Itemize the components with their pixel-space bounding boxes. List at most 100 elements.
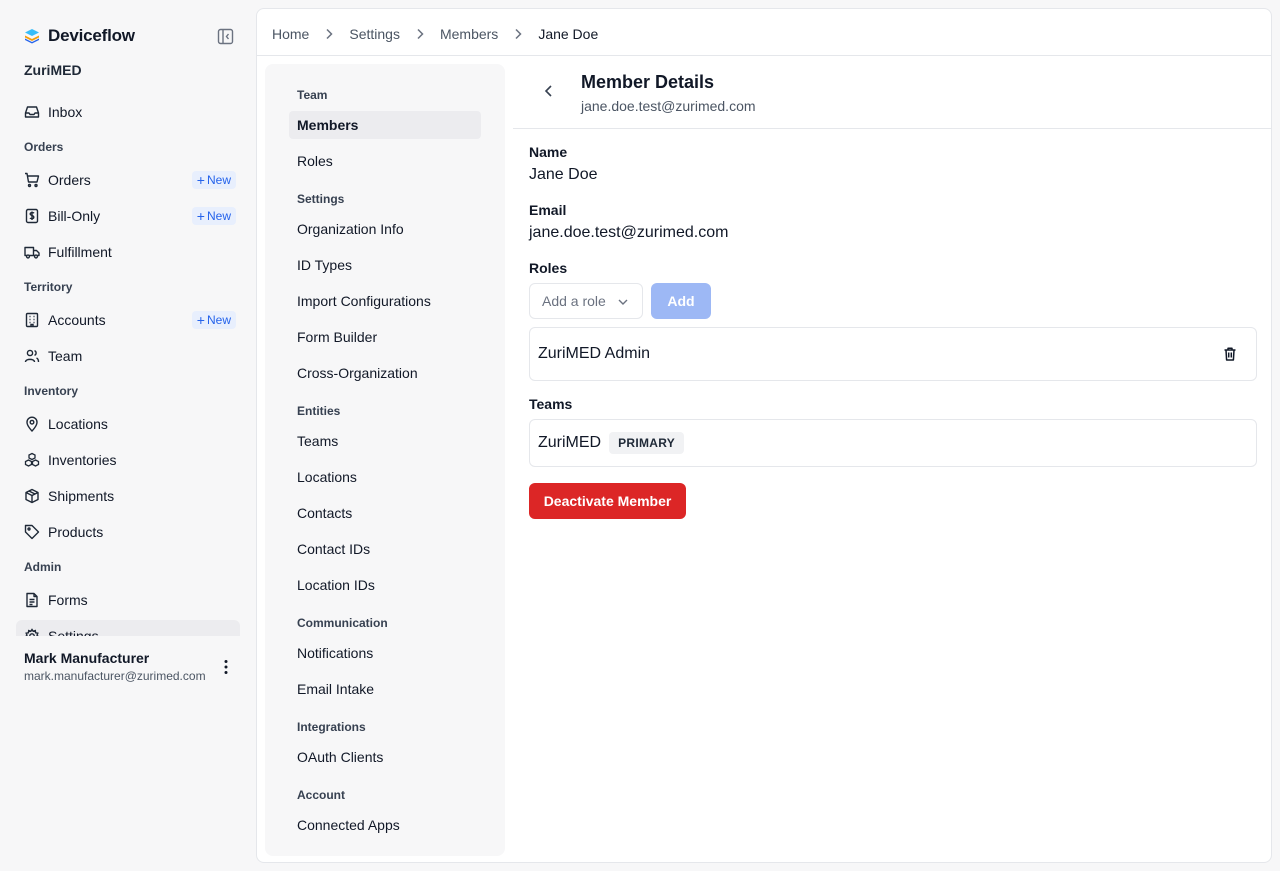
subnav-item-contact-ids[interactable]: Contact IDs xyxy=(289,535,481,563)
subnav-item-location-ids[interactable]: Location IDs xyxy=(289,571,481,599)
sidebar-item-label: Products xyxy=(48,524,104,540)
trash-icon[interactable] xyxy=(1222,346,1238,362)
subnav-heading-account: Account xyxy=(297,788,345,802)
subnav-item-connected-apps[interactable]: Connected Apps xyxy=(289,811,481,839)
breadcrumb-current: Jane Doe xyxy=(538,26,599,42)
sidebar-item-label: Inventories xyxy=(48,452,117,468)
subnav-item-organization-info[interactable]: Organization Info xyxy=(289,215,481,243)
sidebar-item-label: Orders xyxy=(48,172,91,188)
users-icon xyxy=(24,348,40,364)
main-panel: Home Settings Members Jane Doe Team Memb… xyxy=(256,8,1272,863)
subnav-item-roles[interactable]: Roles xyxy=(289,147,481,175)
breadcrumb-settings[interactable]: Settings xyxy=(349,26,400,42)
sidebar-item-label: Accounts xyxy=(48,312,106,328)
deactivate-member-button[interactable]: Deactivate Member xyxy=(529,483,686,519)
subnav-item-members[interactable]: Members xyxy=(289,111,481,139)
breadcrumb: Home Settings Members Jane Doe xyxy=(272,25,598,43)
nav-group-territory: Territory xyxy=(24,280,73,294)
map-pin-icon xyxy=(24,416,40,432)
primary-badge: PRIMARY xyxy=(609,432,685,454)
nav-group-orders: Orders xyxy=(24,140,64,154)
sidebar-item-products[interactable]: Products xyxy=(16,516,240,548)
breadcrumb-members[interactable]: Members xyxy=(440,26,498,42)
package-icon xyxy=(24,488,40,504)
new-account-button[interactable]: + New xyxy=(191,311,236,329)
subnav-item-oauth-clients[interactable]: OAuth Clients xyxy=(289,743,481,771)
plus-icon: + xyxy=(196,172,205,188)
sidebar-item-shipments[interactable]: Shipments xyxy=(16,480,240,512)
chevron-right-icon xyxy=(510,26,526,42)
new-bill-only-button[interactable]: + New xyxy=(191,207,236,225)
sidebar-collapse-icon[interactable] xyxy=(215,26,235,46)
sidebar-item-orders[interactable]: Orders + New xyxy=(16,164,240,196)
subnav-heading-entities: Entities xyxy=(297,404,341,418)
role-name: ZuriMED Admin xyxy=(538,345,651,362)
chevron-left-icon[interactable] xyxy=(541,83,557,99)
plus-icon: + xyxy=(196,208,205,224)
dollar-doc-icon xyxy=(24,208,40,224)
user-profile[interactable]: Mark Manufacturer mark.manufacturer@zuri… xyxy=(24,650,240,690)
sidebar-item-bill-only[interactable]: Bill-Only + New xyxy=(16,200,240,232)
name-value: Jane Doe xyxy=(529,166,598,183)
breadcrumb-home[interactable]: Home xyxy=(272,26,309,42)
sidebar-item-inventories[interactable]: Inventories xyxy=(16,444,240,476)
subnav-item-notifications[interactable]: Notifications xyxy=(289,639,481,667)
role-select[interactable]: Add a role xyxy=(529,283,643,319)
sidebar-item-label: Forms xyxy=(48,592,88,608)
sidebar-item-label: Inbox xyxy=(48,104,83,120)
sidebar-item-label: Team xyxy=(48,348,83,364)
sidebar-item-label: Fulfillment xyxy=(48,244,112,260)
sidebar-item-label: Shipments xyxy=(48,488,115,504)
gear-icon xyxy=(24,628,40,636)
sidebar-item-label: Bill-Only xyxy=(48,208,101,224)
subnav-item-locations[interactable]: Locations xyxy=(289,463,481,491)
subnav-item-form-builder[interactable]: Form Builder xyxy=(289,323,481,351)
inbox-icon xyxy=(24,104,40,120)
team-row: ZuriMED PRIMARY xyxy=(529,419,1257,467)
subnav-item-email-intake[interactable]: Email Intake xyxy=(289,675,481,703)
name-label: Name xyxy=(529,144,568,160)
sidebar-item-settings[interactable]: Settings xyxy=(16,620,240,636)
subnav-heading-team: Team xyxy=(297,88,328,102)
team-name: ZuriMED xyxy=(538,434,602,451)
brand[interactable]: Deviceflow xyxy=(24,26,135,46)
email-label: Email xyxy=(529,202,567,218)
subnav-item-cross-organization[interactable]: Cross-Organization xyxy=(289,359,481,387)
new-label: New xyxy=(206,173,231,187)
file-text-icon xyxy=(24,592,40,608)
sidebar-item-locations[interactable]: Locations xyxy=(16,408,240,440)
new-label: New xyxy=(206,209,231,223)
new-order-button[interactable]: + New xyxy=(191,171,236,189)
subnav-item-teams[interactable]: Teams xyxy=(289,427,481,455)
divider xyxy=(513,128,1271,129)
truck-icon xyxy=(24,244,40,260)
sidebar-nav: Inbox Orders Orders + New Bill-Only + New … xyxy=(16,94,240,636)
sidebar-item-forms[interactable]: Forms xyxy=(16,584,240,616)
roles-label: Roles xyxy=(529,260,568,276)
user-email: mark.manufacturer@zurimed.com xyxy=(24,669,206,683)
chevron-down-icon xyxy=(616,295,630,309)
subnav-heading-communication: Communication xyxy=(297,616,388,630)
sidebar-item-team[interactable]: Team xyxy=(16,340,240,372)
deviceflow-logo-icon xyxy=(24,28,40,44)
role-select-placeholder: Add a role xyxy=(542,293,606,309)
role-row: ZuriMED Admin xyxy=(529,327,1257,381)
plus-icon: + xyxy=(196,312,205,328)
more-vertical-icon[interactable] xyxy=(218,658,234,676)
add-role-button[interactable]: Add xyxy=(651,283,711,319)
sidebar-item-inbox[interactable]: Inbox xyxy=(16,96,240,128)
email-value: jane.doe.test@zurimed.com xyxy=(529,224,729,241)
subnav-item-contacts[interactable]: Contacts xyxy=(289,499,481,527)
chevron-right-icon xyxy=(321,26,337,42)
tag-icon xyxy=(24,524,40,540)
sidebar-item-label: Locations xyxy=(48,416,108,432)
sidebar-item-fulfillment[interactable]: Fulfillment xyxy=(16,236,240,268)
sidebar-item-label: Settings xyxy=(48,628,99,636)
sidebar-item-accounts[interactable]: Accounts + New xyxy=(16,304,240,336)
settings-subnav: Team Members Roles Settings Organization… xyxy=(265,64,505,856)
subnav-item-id-types[interactable]: ID Types xyxy=(289,251,481,279)
org-name[interactable]: ZuriMED xyxy=(24,62,82,78)
boxes-icon xyxy=(24,452,40,468)
subnav-item-import-configurations[interactable]: Import Configurations xyxy=(289,287,481,315)
new-label: New xyxy=(206,313,231,327)
